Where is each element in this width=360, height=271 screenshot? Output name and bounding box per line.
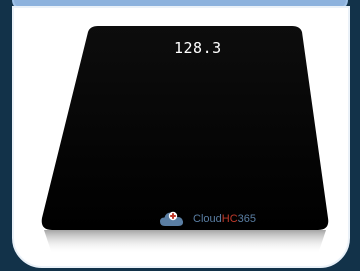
cloud-plus-icon bbox=[160, 211, 184, 226]
scale-digital-display: 128.3 bbox=[174, 39, 222, 57]
brand-suffix: 365 bbox=[237, 213, 256, 225]
scale-reflection bbox=[44, 230, 326, 254]
brand-prefix: Cloud bbox=[193, 213, 222, 225]
brand-middle: HC bbox=[221, 213, 238, 225]
product-image-card: 128.3 CloudHC365 bbox=[12, 6, 350, 268]
brand-name: CloudHC365 bbox=[193, 213, 256, 225]
brand-logo: CloudHC365 bbox=[159, 209, 256, 229]
